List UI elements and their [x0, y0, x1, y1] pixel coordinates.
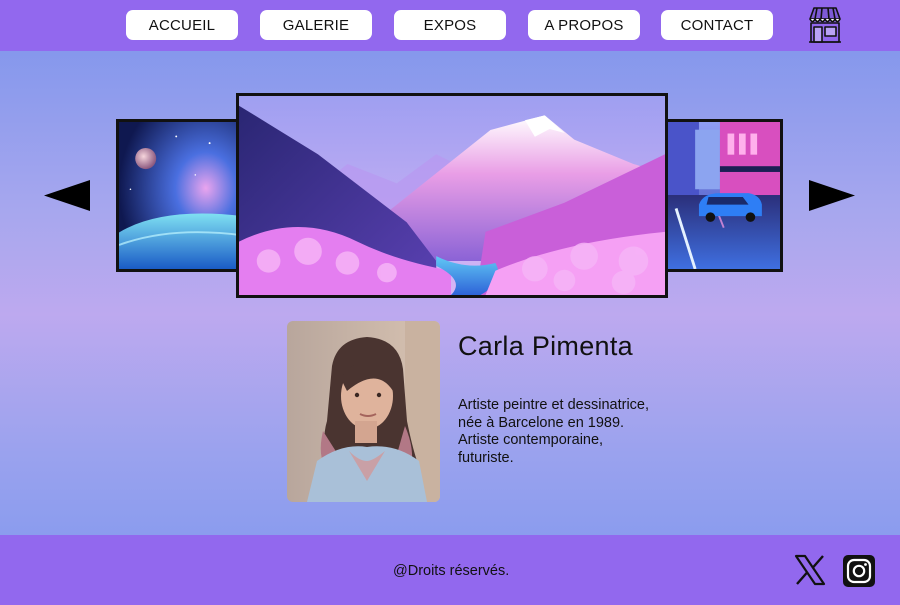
nav-galerie-button[interactable]: GALERIE — [260, 10, 372, 40]
artist-portrait-photo — [287, 321, 440, 502]
top-navigation-bar: ACCUEIL GALERIE EXPOS A PROPOS CONTACT — [0, 0, 900, 51]
bio-line: Artiste peintre et dessinatrice, — [458, 397, 650, 413]
bio-line: née à Barcelone en 1989. — [458, 414, 625, 431]
instagram-icon[interactable] — [843, 555, 875, 587]
copyright-text: @Droits réservés. — [393, 563, 510, 579]
x-icon[interactable] — [794, 554, 826, 586]
footer-bar: @Droits réservés. — [0, 535, 900, 605]
arrow-left-icon[interactable] — [44, 180, 90, 211]
arrow-right-icon[interactable] — [809, 180, 855, 211]
storefront-icon[interactable] — [805, 5, 845, 45]
nav-contact-button[interactable]: CONTACT — [661, 10, 773, 40]
bio-line: Artiste contemporaine, — [458, 432, 604, 448]
carousel-slide-neon-city[interactable] — [654, 119, 783, 272]
nav-a-propos-button[interactable]: A PROPOS — [528, 10, 640, 40]
nav-expos-button[interactable]: EXPOS — [394, 10, 506, 40]
artist-bio-text: Artiste peintre et dessinatrice, née à B… — [458, 397, 688, 467]
nav-accueil-button[interactable]: ACCUEIL — [126, 10, 238, 40]
artist-name-heading: Carla Pimenta — [458, 331, 633, 361]
carousel-slide-space-planet[interactable] — [116, 119, 246, 272]
carousel-slide-mountain-valley[interactable] — [236, 93, 668, 298]
bio-line: futuriste. — [458, 449, 514, 466]
